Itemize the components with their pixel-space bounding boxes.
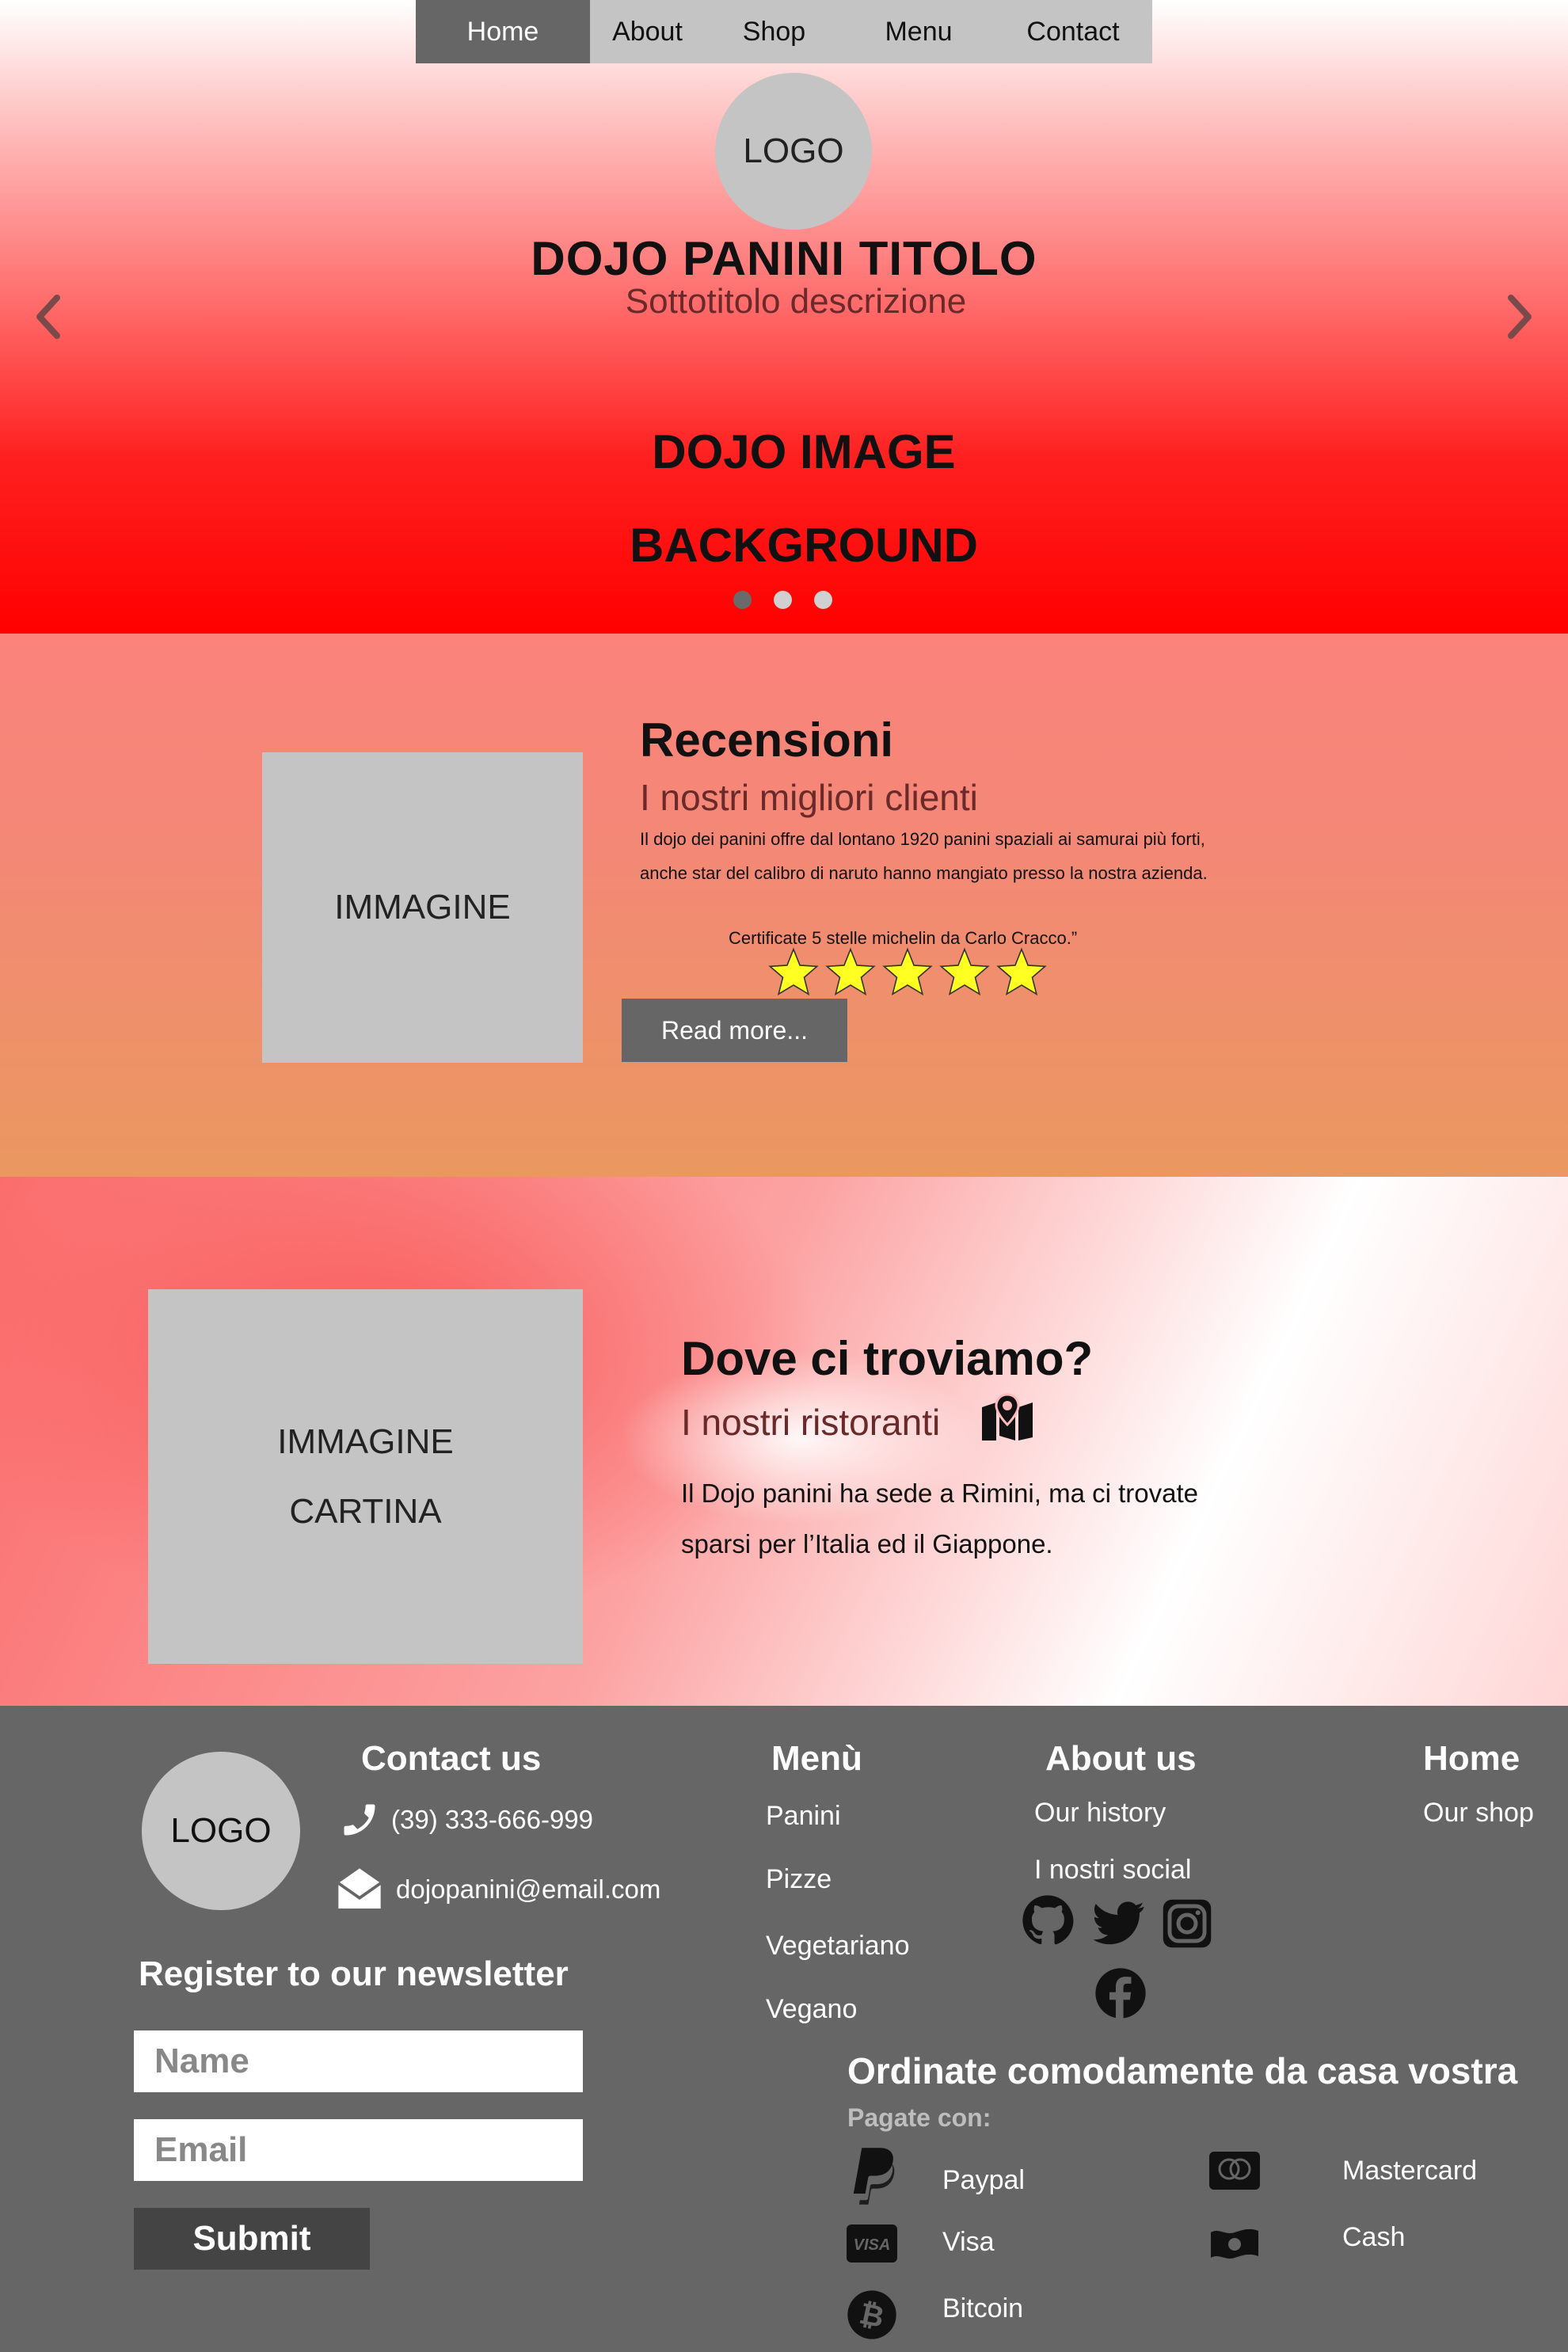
star-rating	[767, 947, 1049, 996]
phone-icon	[344, 1804, 375, 1836]
nav-item-menu[interactable]: Menu	[843, 0, 994, 63]
star-icon	[996, 947, 1047, 996]
hero-subtitle: Sottotitolo descrizione	[625, 282, 967, 321]
nav-item-home[interactable]: Home	[416, 0, 590, 63]
carousel-dot-2[interactable]	[774, 591, 792, 609]
bitcoin-icon-wrap: ₿	[846, 2289, 898, 2341]
location-subtitle: I nostri ristoranti	[681, 1402, 941, 1443]
reviews-certificate: Certificate 5 stelle michelin da Carlo C…	[729, 928, 1078, 948]
carousel-dot-1[interactable]	[733, 591, 752, 609]
github-icon	[1022, 1895, 1074, 1945]
order-title: Ordinate comodamente da casa vostra	[847, 2050, 1518, 2091]
main-nav: Home About Shop Menu Contact	[416, 0, 1152, 63]
cash-icon-wrap	[1208, 2224, 1261, 2263]
footer-about-socials: I nostri social	[1034, 1855, 1192, 1885]
chevron-left-icon	[36, 295, 60, 339]
footer-menu-pizze[interactable]: Pizze	[766, 1864, 832, 1895]
map-image-label-1: IMMAGINE	[277, 1421, 454, 1461]
star-icon	[825, 947, 876, 996]
newsletter-email-input[interactable]	[134, 2119, 583, 2181]
footer-email-text: dojopanini@email.com	[396, 1874, 661, 1904]
facebook-icon	[1095, 1968, 1146, 2019]
reviews-subtitle: I nostri migliori clienti	[640, 777, 978, 818]
payment-cash: Cash	[1342, 2222, 1406, 2252]
footer-menu-panini[interactable]: Panini	[766, 1801, 841, 1832]
footer-logo: LOGO	[142, 1752, 300, 1910]
location-text: Il Dojo panini ha sede a Rimini, ma ci t…	[681, 1479, 1198, 1558]
mastercard-icon	[1209, 2152, 1260, 2190]
payment-paypal: Paypal	[942, 2165, 1025, 2195]
site-footer: LOGO Contact us (39) 333-666-999 dojopan…	[0, 1706, 1568, 2352]
star-icon	[882, 947, 933, 996]
svg-text:VISA: VISA	[854, 2236, 891, 2254]
mastercard-icon-wrap	[1208, 2151, 1261, 2190]
carousel-prev-button[interactable]	[24, 293, 71, 341]
footer-phone-text: (39) 333-666-999	[391, 1805, 594, 1834]
bitcoin-icon: ₿	[847, 2290, 896, 2339]
visa-icon-wrap: VISA	[846, 2224, 898, 2263]
payment-visa: Visa	[942, 2227, 995, 2257]
newsletter-title: Register to our newsletter	[139, 1954, 569, 1993]
payment-label: Pagate con:	[847, 2103, 991, 2132]
footer-home-shop[interactable]: Our shop	[1423, 1798, 1534, 1829]
hero-bg-line-1: DOJO IMAGE	[652, 425, 956, 478]
hero-bg-line-2: BACKGROUND	[630, 519, 978, 572]
github-link[interactable]	[1020, 1893, 1075, 1948]
payment-bitcoin: Bitcoin	[942, 2293, 1024, 2323]
reviews-image-placeholder: IMMAGINE	[262, 752, 583, 1063]
hero-title: DOJO PANINI TITOLO	[531, 232, 1037, 285]
instagram-icon	[1163, 1899, 1212, 1948]
location-section: IMMAGINE CARTINA Dove ci troviamo? I nos…	[0, 1177, 1568, 1706]
map-image-label-2: CARTINA	[289, 1491, 442, 1531]
footer-email[interactable]: dojopanini@email.com	[334, 1864, 660, 1915]
carousel-dot-3[interactable]	[814, 591, 832, 609]
hero-background-label: DOJO IMAGE BACKGROUND	[0, 405, 1568, 592]
star-icon	[939, 947, 990, 996]
carousel-indicators	[733, 591, 832, 609]
map-image-placeholder: IMMAGINE CARTINA	[148, 1289, 583, 1664]
read-more-button[interactable]: Read more...	[622, 999, 847, 1062]
footer-menu-vegano[interactable]: Vegano	[766, 1994, 857, 2025]
reviews-section: IMMAGINE Recensioni I nostri migliori cl…	[0, 634, 1568, 1177]
nav-item-about[interactable]: About	[590, 0, 705, 63]
hero-section: Home About Shop Menu Contact LOGO DOJO P…	[0, 0, 1568, 634]
paypal-icon	[853, 2148, 895, 2205]
cash-icon	[1211, 2228, 1258, 2259]
footer-menu-vegetariano[interactable]: Vegetariano	[766, 1931, 910, 1962]
footer-home-title: Home	[1423, 1739, 1520, 1778]
footer-about-title: About us	[1045, 1739, 1197, 1778]
facebook-link[interactable]	[1093, 1966, 1148, 2021]
newsletter-submit-button[interactable]: Submit	[134, 2208, 370, 2270]
twitter-icon	[1093, 1901, 1144, 1945]
reviews-title: Recensioni	[640, 714, 894, 767]
reviews-text: Il dojo dei panini offre dal lontano 192…	[640, 829, 1208, 883]
newsletter-name-input[interactable]	[134, 2030, 583, 2092]
carousel-next-button[interactable]	[1497, 293, 1544, 341]
paypal-icon-wrap	[846, 2143, 900, 2209]
instagram-link[interactable]	[1159, 1896, 1215, 1951]
footer-phone[interactable]: (39) 333-666-999	[339, 1799, 593, 1840]
envelope-open-icon	[337, 1868, 382, 1909]
visa-icon: VISA	[847, 2225, 897, 2263]
map-marker-icon	[982, 1393, 1033, 1441]
star-icon	[768, 947, 819, 996]
nav-item-contact[interactable]: Contact	[994, 0, 1152, 63]
footer-contact-title: Contact us	[361, 1739, 542, 1778]
footer-about-history[interactable]: Our history	[1034, 1798, 1166, 1829]
hero-logo: LOGO	[715, 73, 872, 230]
payment-mastercard: Mastercard	[1342, 2156, 1478, 2186]
footer-menu-title: Menù	[771, 1739, 862, 1778]
nav-item-shop[interactable]: Shop	[705, 0, 843, 63]
chevron-right-icon	[1508, 295, 1532, 339]
location-title: Dove ci troviamo?	[681, 1332, 1094, 1385]
twitter-link[interactable]	[1091, 1896, 1147, 1951]
